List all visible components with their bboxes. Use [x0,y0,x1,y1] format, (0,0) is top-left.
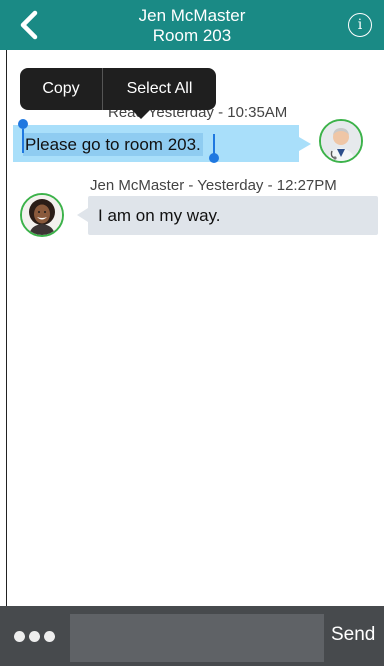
conversation-title: Jen McMaster Room 203 [70,6,314,46]
send-button[interactable]: Send [331,624,375,646]
chat-header: Jen McMaster Room 203 i [0,0,384,50]
avatar[interactable] [319,119,363,163]
contact-name: Jen McMaster [138,6,246,25]
selection-start-handle[interactable] [18,119,28,129]
message-input[interactable] [70,614,324,662]
contact-avatar-icon [22,195,62,235]
incoming-message-bubble[interactable]: I am on my way. [77,196,378,235]
selected-message-text[interactable]: Please go to room 203. [23,133,203,156]
info-icon[interactable]: i [348,13,372,37]
selection-end-handle[interactable] [209,153,219,163]
avatar[interactable] [20,193,64,237]
message-composer [0,606,384,666]
divider [6,50,7,606]
incoming-message-text: I am on my way. [98,206,221,225]
selection-start-bar [22,129,24,153]
more-dots-icon[interactable] [14,628,60,644]
copy-menu-item[interactable]: Copy [20,68,102,110]
chevron-left-icon [20,10,38,40]
text-selection-menu: Copy Select All [20,68,216,119]
select-all-menu-item[interactable]: Select All [103,68,216,110]
outgoing-message-bubble[interactable]: Please go to room 203. [13,125,311,162]
room-label: Room 203 [152,26,232,45]
doctor-avatar-icon [321,121,361,161]
message-meta-incoming: Jen McMaster - Yesterday - 12:27PM [90,177,337,194]
back-button[interactable] [12,8,46,42]
